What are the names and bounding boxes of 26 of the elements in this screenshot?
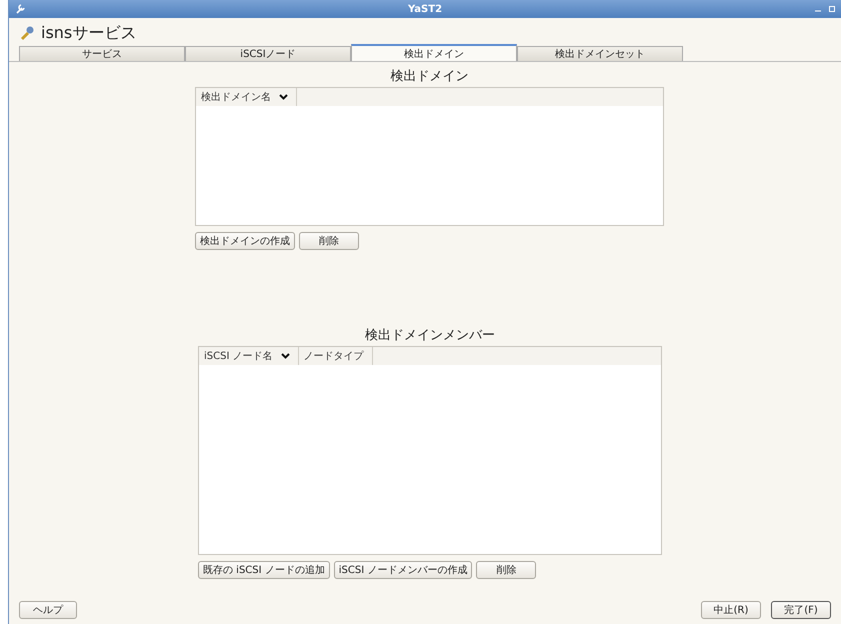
window-title: YaST2 (408, 4, 442, 14)
section-title: 検出ドメイン (390, 68, 470, 86)
tab[interactable]: サービス (19, 46, 185, 61)
action-button[interactable]: 既存の iSCSI ノードの追加 (198, 561, 330, 579)
list-table[interactable]: iSCSI ノード名 ノードタイプ (198, 346, 662, 555)
chevron-down-icon (280, 353, 290, 359)
section-title: 検出ドメインメンバー (364, 327, 496, 345)
tab[interactable]: 検出ドメイン (351, 44, 517, 61)
finish-button[interactable]: 完了(F) (771, 601, 831, 619)
maximize-icon[interactable] (829, 6, 835, 12)
list-table[interactable]: 検出ドメイン名 (195, 87, 664, 226)
column-label: iSCSI ノード名 (204, 350, 273, 363)
tab[interactable]: iSCSIノード (185, 46, 351, 61)
action-button[interactable]: 削除 (299, 232, 359, 250)
column-label: ノードタイプ (304, 350, 364, 363)
action-button[interactable]: iSCSI ノードメンバーの作成 (334, 561, 472, 579)
page-title: isnsサービス (41, 22, 136, 44)
column-label: 検出ドメイン名 (201, 90, 271, 104)
help-button[interactable]: ヘルプ (19, 601, 77, 619)
action-button[interactable]: 削除 (476, 561, 536, 579)
action-button[interactable]: 検出ドメインの作成 (195, 232, 295, 250)
column-header[interactable]: ノードタイプ (298, 347, 373, 365)
column-header[interactable]: iSCSI ノード名 (199, 347, 299, 365)
tab[interactable]: 検出ドメインセット (517, 46, 683, 61)
chevron-down-icon (279, 94, 288, 100)
cancel-button[interactable]: 中止(R) (701, 601, 761, 619)
